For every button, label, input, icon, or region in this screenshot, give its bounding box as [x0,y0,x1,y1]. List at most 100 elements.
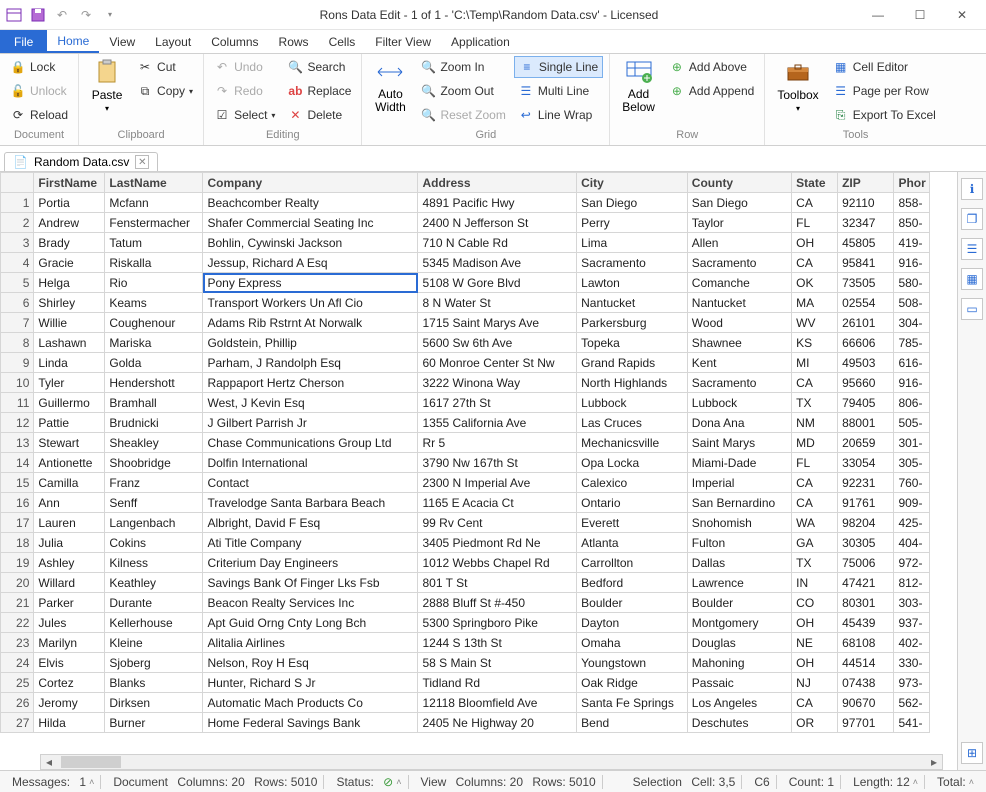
cell[interactable]: 616- [894,353,930,373]
cell[interactable]: Lubbock [577,393,688,413]
sidetool-grid-icon[interactable]: ▦ [961,268,983,290]
cell[interactable]: 973- [894,673,930,693]
table-row[interactable]: 22JulesKellerhouseApt Guid Orng Cnty Lon… [1,613,930,633]
cell[interactable]: Blanks [105,673,203,693]
cell[interactable]: Boulder [577,593,688,613]
cell[interactable]: CA [792,373,838,393]
row-number[interactable]: 24 [1,653,34,673]
cell[interactable]: Keathley [105,573,203,593]
cell[interactable]: Franz [105,473,203,493]
cell[interactable]: Alitalia Airlines [203,633,418,653]
cell[interactable]: 73505 [838,273,894,293]
cell[interactable]: 92231 [838,473,894,493]
table-row[interactable]: 20WillardKeathleySavings Bank Of Finger … [1,573,930,593]
cell[interactable]: Santa Fe Springs [577,693,688,713]
row-number[interactable]: 5 [1,273,34,293]
cell[interactable]: Lashawn [34,333,105,353]
table-row[interactable]: 3BradyTatumBohlin, Cywinski Jackson710 N… [1,233,930,253]
row-number[interactable]: 8 [1,333,34,353]
cell[interactable]: Riskalla [105,253,203,273]
scroll-left-icon[interactable]: ◂ [41,755,57,769]
cell[interactable]: CA [792,693,838,713]
cell[interactable]: 92110 [838,193,894,213]
table-row[interactable]: 10TylerHendershottRappaport Hertz Cherso… [1,373,930,393]
cell[interactable]: Fulton [687,533,791,553]
cell[interactable]: 97701 [838,713,894,733]
cell[interactable]: Los Angeles [687,693,791,713]
sidetool-table-icon[interactable]: ⊞ [961,742,983,764]
cell[interactable]: Kellerhouse [105,613,203,633]
column-header[interactable]: County [687,173,791,193]
cell[interactable]: Parker [34,593,105,613]
pageperrow-button[interactable]: ☰Page per Row [829,80,940,102]
table-row[interactable]: 6ShirleyKeamsTransport Workers Un Afl Ci… [1,293,930,313]
close-button[interactable]: ✕ [942,3,982,27]
tab-layout[interactable]: Layout [145,30,201,53]
cell[interactable]: Bohlin, Cywinski Jackson [203,233,418,253]
cell[interactable]: FL [792,213,838,233]
cell[interactable]: Cokins [105,533,203,553]
redo-button[interactable]: ↷Redo [210,80,279,102]
row-number[interactable]: 21 [1,593,34,613]
cell[interactable]: 8 N Water St [418,293,577,313]
cell[interactable]: Hilda [34,713,105,733]
sidetool-console-icon[interactable]: ▭ [961,298,983,320]
sidetool-windows-icon[interactable]: ❐ [961,208,983,230]
cell[interactable]: 95660 [838,373,894,393]
cell[interactable]: 80301 [838,593,894,613]
cell[interactable]: Coughenour [105,313,203,333]
cell[interactable]: Dona Ana [687,413,791,433]
cell[interactable]: 858- [894,193,930,213]
cell[interactable]: Willie [34,313,105,333]
tab-application[interactable]: Application [441,30,520,53]
cell[interactable]: Cortez [34,673,105,693]
table-row[interactable]: 27HildaBurnerHome Federal Savings Bank24… [1,713,930,733]
cell[interactable]: 58 S Main St [418,653,577,673]
cell[interactable]: OH [792,233,838,253]
cell[interactable]: Adams Rib Rstrnt At Norwalk [203,313,418,333]
table-row[interactable]: 18JuliaCokinsAti Title Company3405 Piedm… [1,533,930,553]
cell[interactable]: Ontario [577,493,688,513]
cell[interactable]: 330- [894,653,930,673]
cell[interactable]: WA [792,513,838,533]
cell[interactable]: Brudnicki [105,413,203,433]
tab-view[interactable]: View [99,30,145,53]
cell[interactable]: Dirksen [105,693,203,713]
reload-button[interactable]: ⟳Reload [6,104,72,126]
column-header[interactable]: Phor [894,173,930,193]
cell[interactable]: Guillermo [34,393,105,413]
cell[interactable]: 419- [894,233,930,253]
sidetool-list-icon[interactable]: ☰ [961,238,983,260]
cell[interactable]: 47421 [838,573,894,593]
celleditor-button[interactable]: ▦Cell Editor [829,56,940,78]
cell[interactable]: 2300 N Imperial Ave [418,473,577,493]
select-button[interactable]: ☑Select ▾ [210,104,279,126]
row-number[interactable]: 17 [1,513,34,533]
cell[interactable]: 505- [894,413,930,433]
cell[interactable]: 5600 Sw 6th Ave [418,333,577,353]
cell[interactable]: Marilyn [34,633,105,653]
cell[interactable]: OH [792,613,838,633]
cell[interactable]: Mcfann [105,193,203,213]
cell[interactable]: CA [792,493,838,513]
cell[interactable]: 45439 [838,613,894,633]
table-row[interactable]: 5HelgaRioPony Express5108 W Gore BlvdLaw… [1,273,930,293]
cell[interactable]: 49503 [838,353,894,373]
cell[interactable]: 44514 [838,653,894,673]
cell[interactable]: Mechanicsville [577,433,688,453]
row-number[interactable]: 25 [1,673,34,693]
table-row[interactable]: 17LaurenLangenbachAlbright, David F Esq9… [1,513,930,533]
cell[interactable]: 1715 Saint Marys Ave [418,313,577,333]
cell[interactable]: Pony Express [203,273,418,293]
cell[interactable]: Keams [105,293,203,313]
cell[interactable]: Mariska [105,333,203,353]
table-row[interactable]: 12PattieBrudnickiJ Gilbert Parrish Jr135… [1,413,930,433]
cell[interactable]: Grand Rapids [577,353,688,373]
unlock-button[interactable]: 🔓Unlock [6,80,72,102]
cell[interactable]: Jules [34,613,105,633]
row-number[interactable]: 12 [1,413,34,433]
lock-button[interactable]: 🔒Lock [6,56,72,78]
replace-button[interactable]: abReplace [283,80,355,102]
cell[interactable]: Wood [687,313,791,333]
row-number[interactable]: 15 [1,473,34,493]
